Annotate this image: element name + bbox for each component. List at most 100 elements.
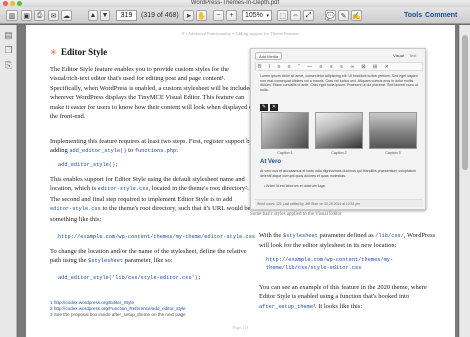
email-icon: ✉: [50, 12, 57, 20]
minimize-window-button[interactable]: [10, 1, 15, 6]
paragraph-1: The Editor Style feature enables you to …: [50, 66, 256, 121]
p6-code-1: after_setup_theme: [259, 303, 314, 310]
p5-code-1: $stylesheet: [282, 233, 318, 239]
figure-caption: Some basic styles applied to the Visual …: [250, 212, 342, 217]
p2-code-2: functions.php: [134, 148, 177, 155]
zoom-window-button[interactable]: [17, 1, 22, 6]
editor-screenshot-figure: Add Media Visual Text B I ≡ ≡ “ — ≡ ≡ ≡ …: [250, 48, 426, 210]
editor-bullet-item: • Animi id est laborum et dolorum fuga.: [264, 184, 326, 188]
document-viewer[interactable]: 9 • Advanced Functionality • Adding supp…: [18, 25, 458, 337]
hand-icon: ✋: [197, 12, 206, 20]
scrollbar-thumb[interactable]: [462, 35, 468, 170]
code-block-3: add_editor_style('lib/css/style-editor.c…: [58, 275, 202, 281]
p5-text-b: parameter defined as: [317, 232, 376, 239]
pdf-page: 9 • Advanced Functionality • Adding supp…: [26, 25, 455, 337]
cursor-icon: ➤: [185, 12, 192, 20]
zoom-in-button[interactable]: +: [226, 10, 237, 21]
gallery-image-1: [261, 112, 309, 149]
print-icon: ⎙: [36, 11, 43, 19]
highlighter-icon: ✎: [340, 12, 347, 20]
hand-tool-button[interactable]: ✋: [196, 10, 207, 21]
page-footer: Page 111: [232, 325, 249, 330]
sign-button[interactable]: ✍: [351, 10, 362, 21]
zoom-value: 105%: [245, 12, 263, 19]
editor-body-text: Lorem ipsum dolor sit amet, consectetur …: [260, 74, 419, 92]
p4-code: $stylesheet: [88, 258, 124, 265]
section-heading: Editor Style: [61, 47, 108, 57]
paragraph-4: To change the location and/or the name o…: [50, 247, 256, 267]
text-tab: Text: [409, 53, 417, 58]
p3-code-2: editor-style.css: [50, 206, 101, 213]
paragraph-2: Implementing this feature requires at le…: [50, 137, 256, 157]
gallery-image-2: [315, 112, 363, 149]
editor-bottom-text: At vero eos et accusamus et iusto odio d…: [260, 169, 417, 178]
highlight-button[interactable]: ✎: [338, 10, 349, 21]
zoom-out-button[interactable]: −: [213, 10, 224, 21]
full-screen-button[interactable]: ⤢: [303, 10, 314, 21]
gallery-caption-1: Caption 1: [277, 151, 293, 155]
p5-text-a: With the: [259, 232, 283, 239]
code-block-1: add_editor_style();: [58, 162, 119, 168]
chevron-down-icon: ▾: [266, 12, 269, 19]
select-tool-button[interactable]: ➤: [183, 10, 194, 21]
vertical-scrollbar[interactable]: [459, 25, 470, 337]
left-sidebar: ▤ ❐ ⎘: [0, 25, 17, 337]
gallery-caption-2: Caption 2: [331, 151, 347, 155]
minus-icon: −: [216, 12, 221, 19]
p2-text-c: :: [176, 147, 178, 155]
paragraph-3: This enables support for Editor Style us…: [50, 175, 256, 224]
close-window-button[interactable]: [3, 1, 8, 6]
editor-format-toolbar: B I ≡ ≡ “ — ≡ ≡ ≡ ∞ ⊠ ⊞ ✕: [255, 62, 423, 71]
page-number-input[interactable]: 319: [116, 10, 137, 21]
email-button[interactable]: ✉: [48, 10, 59, 21]
image-edit-icon: ✎: [260, 104, 268, 111]
fit-width-icon: ⇔: [292, 12, 299, 19]
image-remove-icon: ✕: [270, 104, 278, 111]
p2-code-1: add_editor_style(): [69, 148, 127, 155]
p6-text-b: ³. It looks like this:: [313, 302, 363, 310]
footnote-3: 3 See the proposal box inside after_setu…: [50, 312, 186, 317]
p5-code-2: /lib/css/: [375, 233, 404, 239]
p2-text-b: to: [126, 147, 135, 155]
zoom-select[interactable]: 105% ▾: [242, 10, 272, 21]
heading-bullet-icon: ✳: [50, 48, 57, 57]
comment-pane-button[interactable]: Comment: [425, 11, 457, 21]
code-block-4: http://example.com/wp-content/themes/my-…: [266, 257, 394, 271]
tools-button[interactable]: Tools: [404, 11, 422, 21]
sidebar-icon: ▥: [8, 12, 16, 20]
editor-status-bar: Word count: 121 Last edited by Jeff Star…: [255, 199, 423, 207]
signature-icon: ✍: [352, 12, 361, 20]
cloud-icon: ☁: [63, 12, 70, 20]
cloud-button[interactable]: ☁: [61, 10, 72, 21]
toolbar: ▥ ▣ ⎙ ✉ ☁ ▲ ▼ 319 (319 of 468) ➤ ✋ − + 1…: [0, 7, 470, 24]
running-header: 9 • Advanced Functionality • Adding supp…: [181, 31, 300, 36]
full-screen-icon: ⤢: [305, 11, 312, 19]
window-titlebar: WordPress-Themes-In-Depth.pdf: [0, 0, 470, 7]
attachments-panel-icon[interactable]: ⎘: [4, 60, 13, 70]
comment-button[interactable]: 💬: [325, 10, 336, 21]
pages-panel-icon[interactable]: ▤: [4, 30, 13, 40]
p4-text-b: parameter, like so:: [123, 257, 173, 265]
next-page-button[interactable]: ▼: [100, 10, 110, 21]
editor-subheading: At Vero: [260, 159, 282, 165]
editor-bullet-text: Animi id est laborum et dolorum fuga.: [266, 184, 326, 188]
fit-page-button[interactable]: ⬚: [277, 10, 288, 21]
gallery-image-3: [369, 112, 417, 149]
plus-icon: +: [229, 12, 234, 19]
code-block-2: http://example.com/wp-content/themes/my-…: [58, 234, 256, 240]
fit-width-button[interactable]: ⇔: [290, 10, 301, 21]
arrow-up-icon: ▲: [89, 12, 97, 19]
p3-code-1: editor-style.css: [97, 186, 149, 193]
speech-bubble-icon: 💬: [326, 12, 335, 20]
paragraph-6: You can see an example of this feature i…: [259, 283, 439, 312]
sidebar-toggle-button[interactable]: ▥: [6, 10, 18, 21]
arrow-down-icon: ▼: [101, 12, 109, 19]
print-button[interactable]: ⎙: [34, 10, 45, 21]
save-button[interactable]: ▣: [21, 10, 32, 21]
bookmarks-panel-icon[interactable]: ❐: [4, 45, 13, 55]
gallery-caption-3: Caption 3: [385, 151, 401, 155]
visual-tab: Visual: [393, 53, 404, 58]
window-title: WordPress-Themes-In-Depth.pdf: [190, 0, 280, 6]
fit-page-icon: ⬚: [279, 12, 286, 20]
previous-page-button[interactable]: ▲: [88, 10, 98, 21]
